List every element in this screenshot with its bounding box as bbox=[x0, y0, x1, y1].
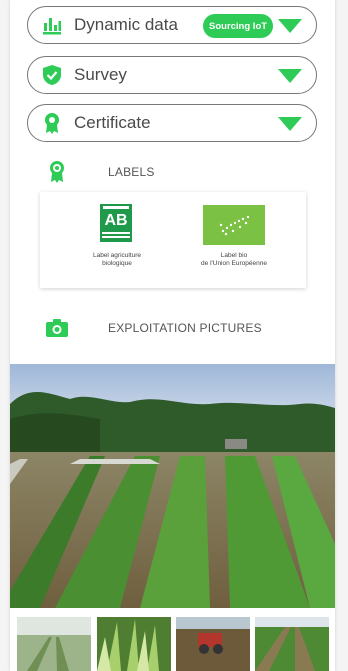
award-ribbon-icon bbox=[50, 161, 64, 183]
certificate-label: Certificate bbox=[74, 113, 151, 132]
chevron-down-icon[interactable] bbox=[278, 19, 302, 33]
certificate-accordion[interactable]: Certificate bbox=[27, 104, 317, 142]
exploitation-main-photo[interactable] bbox=[10, 364, 335, 608]
survey-accordion[interactable]: Survey bbox=[27, 56, 317, 94]
chevron-down-icon[interactable] bbox=[278, 69, 302, 83]
thumbnail-4[interactable] bbox=[255, 617, 329, 671]
chevron-down-icon[interactable] bbox=[278, 117, 302, 131]
dynamic-data-accordion[interactable]: Dynamic data Sourcing IoT bbox=[27, 6, 317, 44]
award-ribbon-icon bbox=[45, 113, 59, 134]
thumbnail-3[interactable] bbox=[176, 617, 250, 671]
eu-organic-logo bbox=[203, 205, 265, 245]
shield-check-icon bbox=[43, 65, 61, 85]
thumbnail-1[interactable] bbox=[17, 617, 91, 671]
sourcing-iot-badge: Sourcing IoT bbox=[203, 14, 274, 38]
pictures-section-title: EXPLOITATION PICTURES bbox=[108, 321, 262, 335]
dynamic-data-label: Dynamic data bbox=[74, 15, 178, 34]
app-screen: Dynamic data Sourcing IoT Survey Certifi… bbox=[10, 0, 335, 671]
labels-card: AB Label agriculture biologique Label bi… bbox=[40, 192, 306, 288]
bar-chart-icon bbox=[43, 18, 61, 35]
survey-label: Survey bbox=[74, 65, 127, 84]
ab-label-caption: Label agriculture biologique bbox=[92, 252, 142, 267]
eu-label-caption: Label bio de l'Union Européenne bbox=[201, 252, 267, 267]
thumbnail-2[interactable] bbox=[97, 617, 171, 671]
camera-icon bbox=[46, 319, 68, 337]
labels-section-title: LABELS bbox=[108, 165, 155, 179]
ab-logo: AB bbox=[100, 204, 132, 242]
